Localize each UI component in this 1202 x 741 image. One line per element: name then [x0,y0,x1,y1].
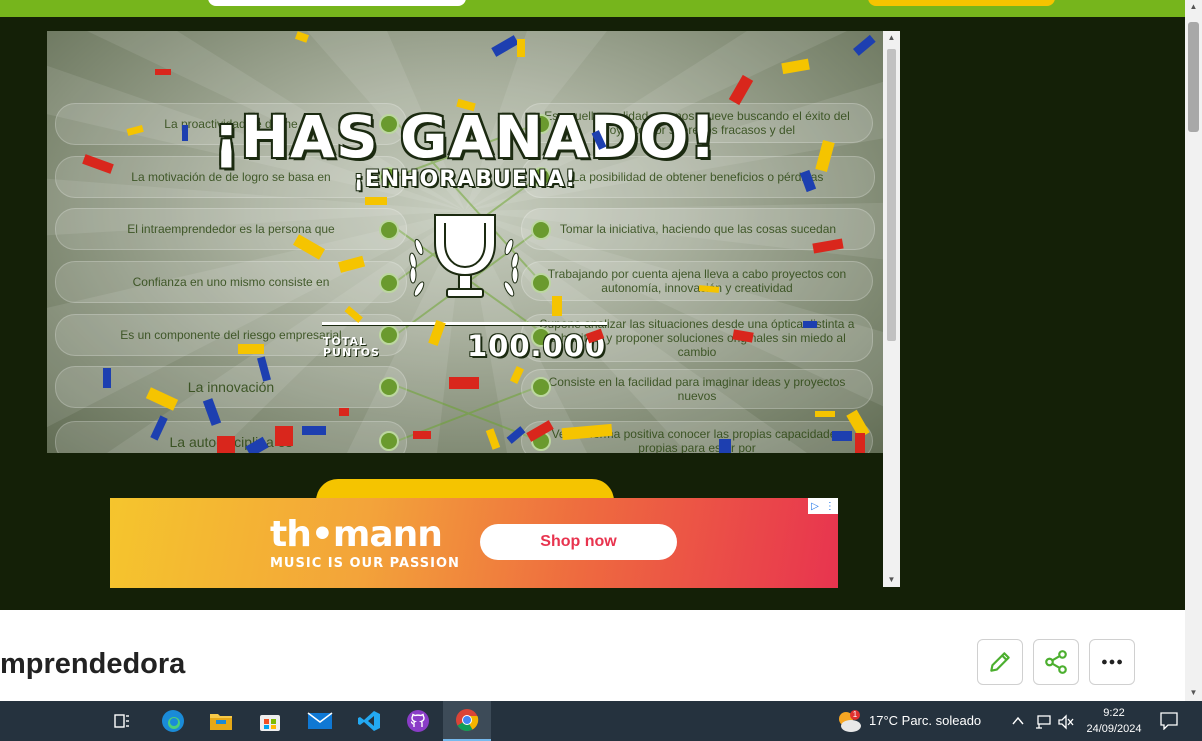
github-icon [407,710,429,732]
file-explorer-button[interactable] [197,701,245,741]
ad-tagline: MUSIC IS OUR PASSION [270,556,460,571]
vscode-icon [358,711,380,731]
page-scroll-thumb[interactable] [1188,22,1199,132]
scroll-up-icon[interactable]: ▲ [883,33,900,42]
task-view-icon [114,714,129,728]
notification-icon[interactable] [1160,712,1178,730]
pencil-icon [990,652,1010,672]
game-area: La proactividad se define La motivación … [47,31,883,453]
site-header [0,0,1185,17]
ad-choices-icon[interactable]: ▷ ⋮ [808,498,838,514]
chrome-button[interactable] [443,701,491,741]
clock-time: 9:22 [1103,707,1125,719]
confetti [82,31,876,453]
mail-button[interactable] [296,701,344,741]
task-view-button[interactable] [98,701,146,741]
network-icon[interactable] [1034,714,1052,730]
system-clock[interactable]: 9:22 24/09/2024 [1080,705,1148,737]
page-scroll-up-icon[interactable]: ▲ [1185,2,1202,11]
page-title: mprendedora [0,648,186,680]
taskbar: 1 17°C Parc. soleado 9:22 24/09/2024 [0,701,1202,741]
store-button[interactable] [246,701,294,741]
chevron-up-icon[interactable] [1011,715,1025,727]
weather-badge: 1 [852,710,858,719]
more-icon [1102,659,1122,665]
share-button[interactable] [1033,639,1079,685]
chrome-icon [456,709,479,731]
shop-now-button[interactable]: Shop now [480,524,677,560]
search-bar[interactable] [208,0,466,6]
scroll-down-icon[interactable]: ▼ [883,575,900,584]
more-options-button[interactable] [1089,639,1135,685]
github-desktop-button[interactable] [394,701,442,741]
content-area: mprendedora [0,610,1185,701]
edge-icon [162,710,184,732]
mute-icon[interactable] [1057,714,1075,730]
store-icon [260,715,280,731]
advertisement-banner[interactable]: th•mann MUSIC IS OUR PASSION Shop now ▷ ⋮ [110,498,838,588]
file-explorer-icon [210,714,232,730]
mail-icon [307,712,333,729]
vscode-button[interactable] [345,701,393,741]
page-scrollbar[interactable]: ▲ ▼ [1185,0,1202,701]
clock-date: 24/09/2024 [1086,723,1142,735]
share-icon [1045,650,1067,674]
frame-scroll-thumb[interactable] [887,49,896,341]
ad-brand: th•mann [270,514,443,555]
page-scroll-down-icon[interactable]: ▼ [1185,688,1202,697]
frame-scrollbar[interactable]: ▲ ▼ [883,31,900,587]
header-action-button[interactable] [868,0,1055,6]
edge-button[interactable] [149,701,197,741]
weather-text[interactable]: 17°C Parc. soleado [869,713,981,728]
edit-button[interactable] [977,639,1023,685]
